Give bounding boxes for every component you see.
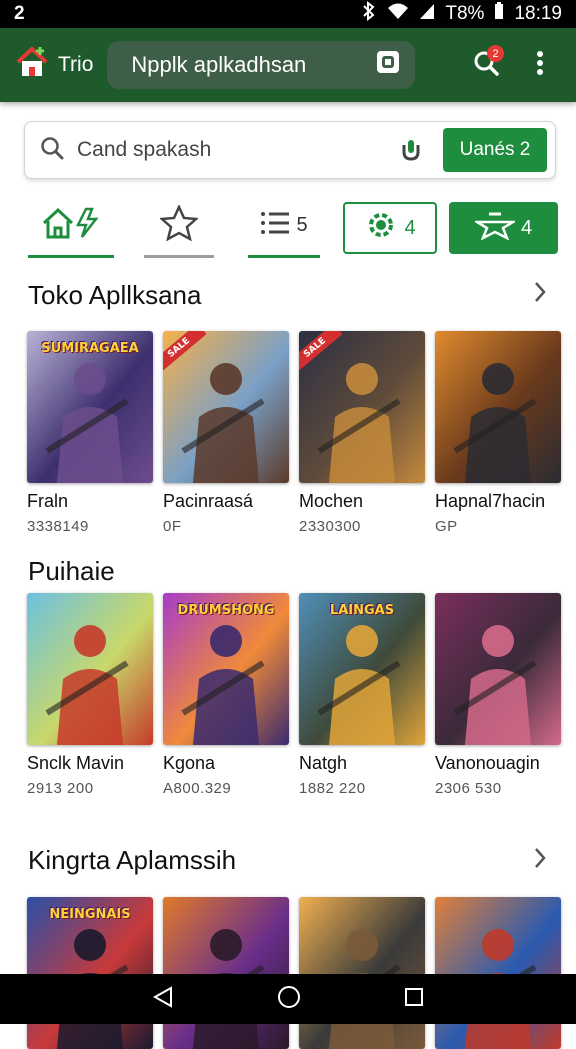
clock: 18:19 — [514, 3, 562, 24]
status-bar: 2 T8% 18:19 — [0, 0, 576, 28]
app-downloads: 0F — [163, 518, 182, 535]
search-notifications-button[interactable]: 2 — [464, 43, 508, 87]
tab-deals[interactable]: 4 — [449, 202, 558, 254]
home-label: Trio — [58, 53, 94, 76]
app-thumbnail — [435, 897, 561, 1049]
recents-icon[interactable] — [403, 986, 425, 1013]
star-icon — [158, 203, 200, 247]
app-title: Npplk aplkadhsan — [131, 52, 307, 77]
section-title: Toko Apllksana — [28, 280, 202, 310]
store-icon — [375, 49, 401, 81]
more-vert-icon — [536, 50, 544, 81]
wifi-icon — [387, 2, 409, 26]
app-card[interactable] — [163, 897, 289, 1049]
app-name: Pacinraasá — [163, 491, 254, 511]
app-bar: Trio Npplk aplkadhsan 2 — [0, 28, 576, 102]
home-button[interactable]: Trio — [14, 44, 93, 86]
tab-settings-count: 4 — [404, 216, 416, 239]
app-downloads: 1882 220 — [299, 780, 366, 797]
app-card[interactable]: Vanonouagin 2306 530 — [435, 593, 561, 797]
search-action-button[interactable]: Uanés 2 — [443, 128, 547, 172]
app-thumbnail: LAINGAS — [299, 593, 425, 745]
app-thumbnail — [299, 897, 425, 1049]
app-name: Mochen — [299, 491, 364, 511]
app-thumbnail: SALE — [299, 331, 425, 483]
category-tabs: 5 4 4 — [28, 196, 558, 260]
app-card[interactable]: NEINGNAIS — [27, 897, 153, 1049]
search-input[interactable]: Cand spakash — [77, 138, 391, 162]
app-thumbnail: NEINGNAIS — [27, 897, 153, 1049]
game-logo-text: LAINGAS — [329, 603, 395, 618]
search-icon — [39, 135, 65, 166]
section-more-button[interactable] — [528, 281, 552, 308]
app-thumbnail: SALE — [163, 331, 289, 483]
app-thumbnail — [435, 331, 561, 483]
app-card[interactable] — [299, 897, 425, 1049]
app-title-pill[interactable]: Npplk aplkadhsan — [107, 41, 416, 89]
app-downloads: 3338149 — [27, 518, 89, 535]
battery-text: T8% — [445, 3, 485, 24]
app-card[interactable]: DRUMSHONG Kgona A800.329 — [163, 593, 289, 797]
tab-list-count: 5 — [296, 214, 308, 236]
game-logo-text: NEINGNAIS — [49, 907, 131, 922]
home-bolt-icon — [40, 205, 102, 247]
app-card[interactable]: SALE Pacinraasá 0F — [163, 331, 289, 535]
tab-favorites[interactable] — [144, 196, 214, 258]
status-right: T8% 18:19 — [361, 0, 562, 27]
app-card[interactable]: Snclk Mavin 2913 200 — [27, 593, 153, 797]
app-thumbnail: SUMIRAGAEA — [27, 331, 153, 483]
section-more-button[interactable] — [528, 847, 552, 874]
app-card[interactable]: SUMIRAGAEA Fraln 3338149 — [27, 331, 153, 535]
app-thumbnail — [27, 593, 153, 745]
app-name: Snclk Mavin — [27, 753, 125, 773]
section-title: Kingrta Aplamssih — [28, 845, 237, 875]
app-card[interactable]: SALE Mochen 2330300 — [299, 331, 425, 535]
tab-home[interactable] — [28, 196, 114, 258]
chevron-right-icon — [533, 847, 547, 874]
game-logo-text: SUMIRAGAEA — [41, 341, 139, 356]
app-thumbnail — [163, 897, 289, 1049]
tab-settings[interactable]: 4 — [343, 202, 437, 254]
app-card[interactable]: Hapnal7hacin GP — [435, 331, 561, 535]
signal-icon — [419, 2, 435, 26]
overflow-menu-button[interactable] — [518, 43, 562, 87]
back-icon[interactable] — [151, 985, 175, 1014]
app-card[interactable]: LAINGAS Natgh 1882 220 — [299, 593, 425, 797]
app-name: Natgh — [299, 753, 348, 773]
app-downloads: 2330300 — [299, 518, 361, 535]
app-name: Kgona — [163, 753, 216, 773]
app-thumbnail: DRUMSHONG — [163, 593, 289, 745]
app-downloads: A800.329 — [163, 780, 232, 797]
home-circle-icon[interactable] — [276, 984, 302, 1015]
chevron-right-icon — [533, 281, 547, 308]
search-bar[interactable]: Cand spakash Uanés 2 — [24, 121, 556, 179]
battery-icon — [494, 2, 504, 26]
game-logo-text: DRUMSHONG — [177, 603, 275, 618]
app-name: Fraln — [27, 491, 69, 511]
section-title: Puihaie — [28, 556, 115, 586]
app-name: Vanonouagin — [435, 753, 540, 773]
app-thumbnail — [435, 593, 561, 745]
bluetooth-icon — [361, 0, 377, 27]
plane-star-icon — [472, 210, 518, 246]
tab-deals-count: 4 — [520, 216, 533, 239]
app-downloads: 2306 530 — [435, 780, 502, 797]
app-card[interactable] — [435, 897, 561, 1049]
app-name: Hapnal7hacin — [435, 491, 546, 511]
notification-badge: 2 — [487, 45, 504, 62]
app-downloads: GP — [435, 518, 458, 535]
mic-icon[interactable] — [391, 137, 431, 163]
home-icon — [14, 44, 50, 86]
system-nav-bar — [0, 974, 576, 1024]
status-left-icon: 2 — [14, 3, 25, 24]
gear-icon — [364, 208, 398, 248]
app-downloads: 2913 200 — [27, 780, 94, 797]
tab-list[interactable]: 5 — [248, 196, 320, 258]
list-icon — [260, 210, 290, 242]
